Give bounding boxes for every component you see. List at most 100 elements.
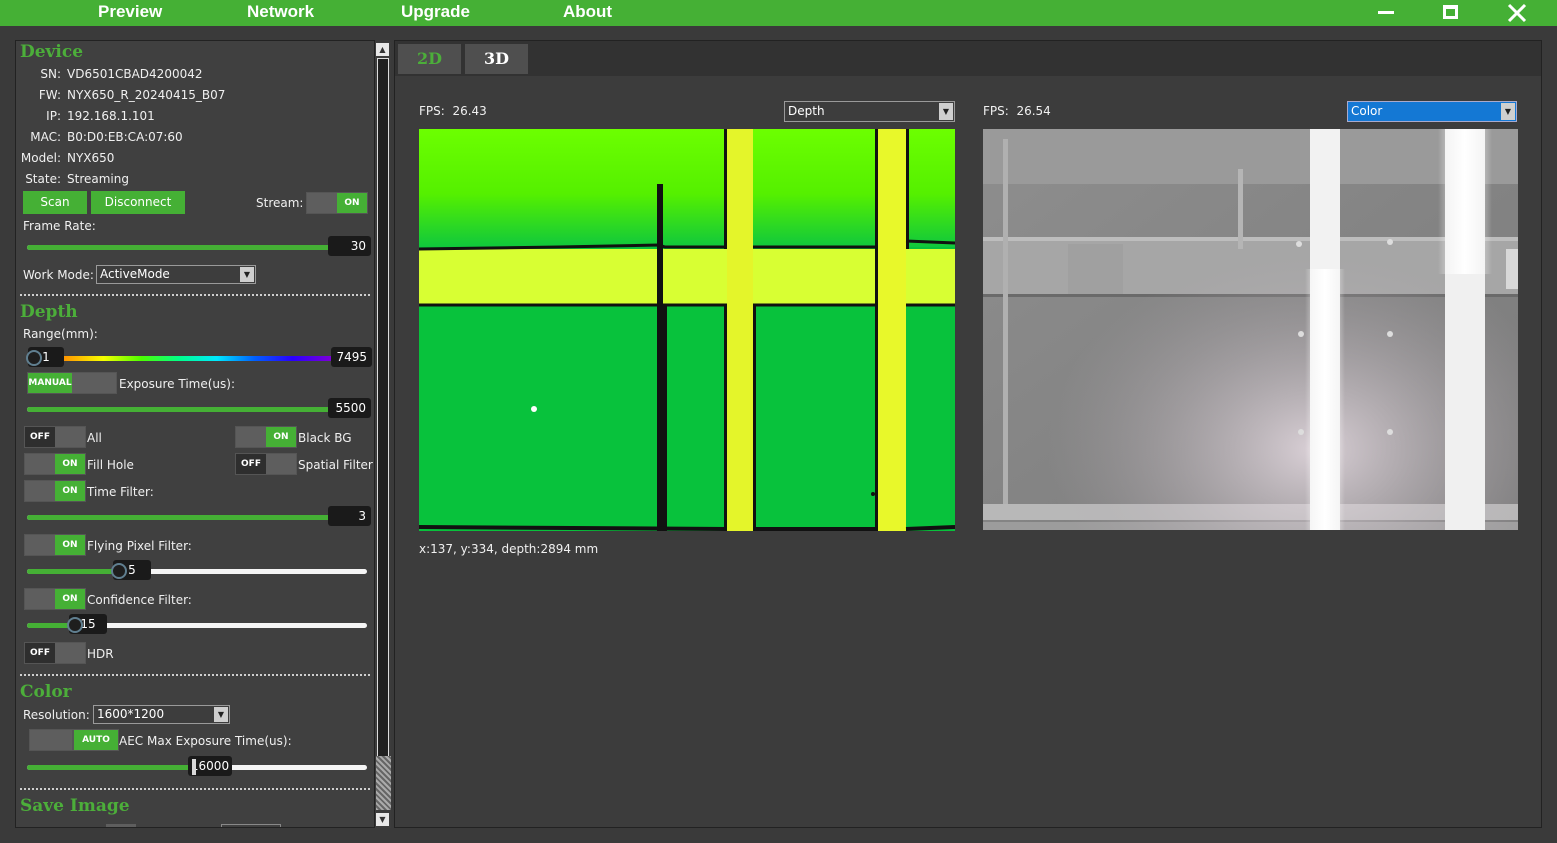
- flying-pixel-toggle[interactable]: ON: [24, 534, 86, 556]
- chevron-down-icon: ▼: [240, 267, 254, 282]
- mac-value: B0:D0:EB:CA:07:60: [67, 130, 183, 144]
- depth-view-select[interactable]: Depth ▼: [784, 101, 955, 122]
- stream-toggle[interactable]: ON: [306, 192, 368, 214]
- depth-section-title: Depth: [20, 302, 78, 322]
- tab-3d[interactable]: 3D: [465, 44, 528, 74]
- menu-about[interactable]: About: [563, 2, 612, 22]
- all-toggle[interactable]: OFF: [24, 426, 86, 448]
- flying-pixel-toggle-state: ON: [55, 535, 85, 555]
- spatial-filter-toggle[interactable]: OFF: [235, 453, 297, 475]
- tab-bar: [395, 41, 1541, 76]
- scroll-up-icon[interactable]: ▲: [376, 43, 389, 56]
- menu-preview[interactable]: Preview: [98, 2, 162, 22]
- fps-left-value: 26.43: [452, 104, 487, 118]
- scan-button[interactable]: Scan: [23, 191, 87, 214]
- fill-hole-toggle[interactable]: ON: [24, 453, 86, 475]
- frame-rate-fill: [27, 245, 367, 250]
- model-label: Model:: [20, 151, 61, 165]
- flying-pixel-label: Flying Pixel Filter:: [87, 539, 192, 553]
- aec-handle[interactable]: [192, 759, 196, 775]
- time-filter-slider[interactable]: 3: [27, 506, 371, 526]
- range-min-handle[interactable]: [26, 350, 42, 366]
- fps-right-value: 26.54: [1016, 104, 1051, 118]
- work-mode-select[interactable]: ActiveMode ▼: [96, 265, 256, 284]
- hdr-label: HDR: [87, 647, 114, 661]
- exposure-fill: [27, 407, 367, 412]
- sn-label: SN:: [40, 67, 61, 81]
- confidence-label: Confidence Filter:: [87, 593, 192, 607]
- exposure-slider[interactable]: 5500: [27, 398, 371, 418]
- minimize-button[interactable]: [1366, 0, 1406, 26]
- color-image[interactable]: [983, 129, 1518, 530]
- save-select-partial[interactable]: [221, 824, 281, 827]
- confidence-toggle-state: ON: [55, 589, 85, 609]
- all-toggle-state: OFF: [25, 427, 55, 447]
- mac-label: MAC:: [30, 130, 61, 144]
- flying-pixel-handle[interactable]: [111, 563, 127, 579]
- range-label: Range(mm):: [23, 327, 98, 341]
- save-toggle-partial[interactable]: [106, 824, 136, 827]
- fw-label: FW:: [38, 88, 61, 102]
- maximize-icon: [1443, 5, 1458, 19]
- work-mode-label: Work Mode:: [23, 268, 94, 282]
- time-filter-label: Time Filter:: [87, 485, 154, 499]
- divider: [20, 674, 370, 676]
- depth-range-slider[interactable]: 1 7495: [26, 347, 372, 367]
- black-bg-toggle[interactable]: ON: [235, 426, 297, 448]
- state-value: Streaming: [67, 172, 129, 186]
- time-filter-toggle-state: ON: [55, 481, 85, 501]
- color-view-mode: Color: [1351, 104, 1383, 118]
- tab-2d[interactable]: 2D: [398, 44, 461, 74]
- scroll-track[interactable]: [377, 58, 389, 799]
- close-icon: [1507, 3, 1527, 23]
- scroll-thumb[interactable]: [376, 756, 391, 810]
- menu-network[interactable]: Network: [247, 2, 314, 22]
- time-filter-fill: [27, 515, 367, 520]
- fps-right-label: FPS: 26.54: [983, 104, 1051, 118]
- exposure-label: Exposure Time(us):: [119, 377, 235, 391]
- chevron-down-icon: ▼: [1501, 103, 1515, 120]
- exposure-mode-state: MANUAL: [28, 373, 72, 393]
- confidence-handle[interactable]: [67, 617, 83, 633]
- spatial-filter-label: Spatial Filter: [298, 458, 373, 472]
- black-bg-toggle-state: ON: [266, 427, 296, 447]
- work-mode-value: ActiveMode: [100, 267, 170, 281]
- aec-label: AEC Max Exposure Time(us):: [119, 734, 292, 748]
- depth-view-mode: Depth: [788, 104, 825, 118]
- fw-value: NYX650_R_20240415_B07: [67, 88, 226, 102]
- exposure-mode-toggle[interactable]: MANUAL: [27, 372, 117, 394]
- color-image-graphic: [983, 129, 1518, 530]
- time-filter-toggle[interactable]: ON: [24, 480, 86, 502]
- flying-pixel-fill: [27, 569, 119, 574]
- time-filter-value: 3: [328, 506, 371, 526]
- fill-hole-label: Fill Hole: [87, 458, 134, 472]
- sn-value: VD6501CBAD4200042: [67, 67, 203, 81]
- menu-upgrade[interactable]: Upgrade: [401, 2, 470, 22]
- range-max-value: 7495: [331, 347, 372, 367]
- scroll-down-icon[interactable]: ▼: [376, 813, 389, 826]
- pixel-info: x:137, y:334, depth:2894 mm: [419, 542, 599, 556]
- exposure-value: 5500: [328, 398, 371, 418]
- color-view-select[interactable]: Color ▼: [1347, 101, 1517, 122]
- frame-rate-label: Frame Rate:: [23, 219, 96, 233]
- panel-scrollbar[interactable]: ▲ ▼: [375, 42, 391, 828]
- depth-image[interactable]: [419, 129, 955, 531]
- frame-rate-slider[interactable]: 30: [27, 236, 371, 256]
- confidence-slider[interactable]: 15: [27, 614, 367, 634]
- hdr-toggle[interactable]: OFF: [24, 642, 86, 664]
- aec-toggle[interactable]: AUTO: [29, 729, 119, 751]
- aec-slider[interactable]: 16000: [27, 756, 367, 776]
- black-bg-label: Black BG: [298, 431, 352, 445]
- close-button[interactable]: [1497, 0, 1537, 26]
- state-label: State:: [25, 172, 61, 186]
- divider: [20, 788, 370, 790]
- confidence-toggle[interactable]: ON: [24, 588, 86, 610]
- disconnect-button[interactable]: Disconnect: [91, 191, 185, 214]
- divider: [20, 294, 370, 296]
- maximize-button[interactable]: [1431, 0, 1471, 26]
- resolution-select[interactable]: 1600*1200 ▼: [93, 705, 230, 724]
- fps-left-label: FPS: 26.43: [419, 104, 487, 118]
- settings-panel: Device SN: VD6501CBAD4200042 FW: NYX650_…: [15, 40, 375, 828]
- flying-pixel-slider[interactable]: 5: [27, 560, 367, 580]
- stream-label: Stream:: [256, 196, 304, 210]
